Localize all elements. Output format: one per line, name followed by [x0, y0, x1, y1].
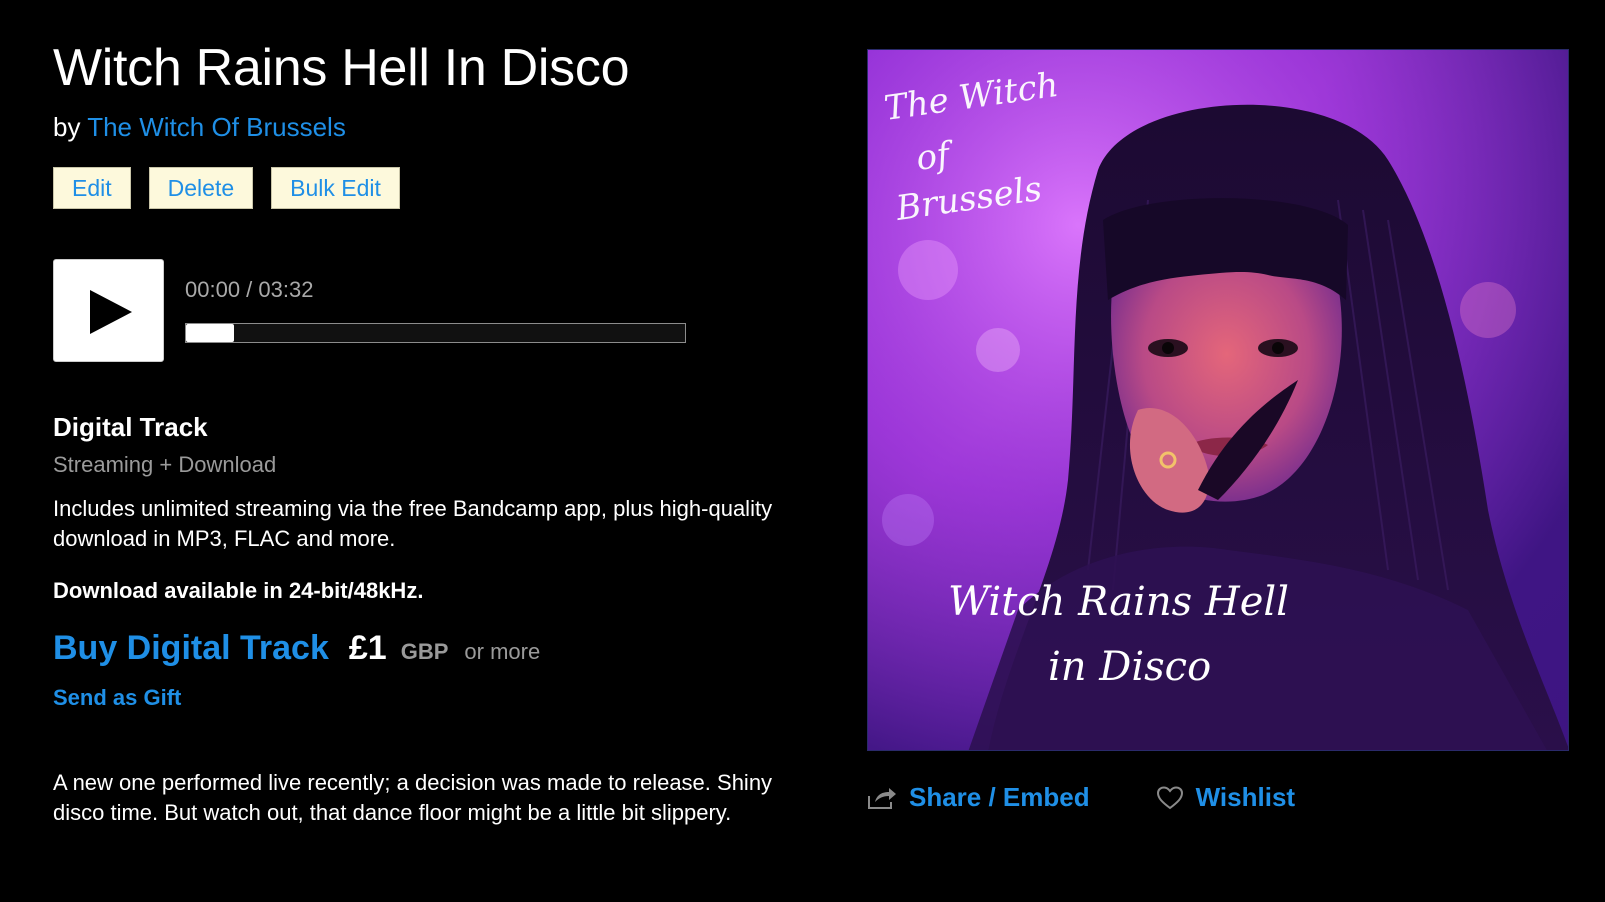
- album-artwork: The Witch of Brussels Witch Rains Hell i…: [867, 49, 1569, 751]
- digital-track-title: Digital Track: [53, 412, 208, 442]
- share-embed-link[interactable]: Share / Embed: [867, 782, 1090, 813]
- svg-text:in Disco: in Disco: [1048, 644, 1211, 690]
- wishlist-label: Wishlist: [1195, 782, 1296, 812]
- playback-time: 00:00 / 03:32: [185, 277, 314, 302]
- progress-bar[interactable]: [185, 323, 686, 343]
- buy-digital-track-link[interactable]: Buy Digital Track: [53, 629, 329, 668]
- or-more-label: or more: [464, 639, 541, 664]
- byline: by The Witch Of Brussels: [53, 112, 346, 143]
- heart-icon: [1156, 785, 1184, 810]
- digital-track-description: Includes unlimited streaming via the fre…: [53, 496, 773, 551]
- track-title: Witch Rains Hell In Disco: [53, 39, 630, 97]
- track-about: A new one performed live recently; a dec…: [53, 770, 773, 825]
- download-quality-note: Download available in 24-bit/48kHz.: [53, 578, 424, 603]
- delete-button[interactable]: Delete: [148, 167, 254, 209]
- bulk-edit-button[interactable]: Bulk Edit: [271, 167, 400, 209]
- share-actions: Share / Embed Wishlist: [867, 782, 1295, 813]
- admin-button-row: Edit Delete Bulk Edit: [53, 167, 400, 209]
- play-icon: [90, 290, 132, 334]
- share-icon: [867, 786, 897, 810]
- artwork-illustration: The Witch of Brussels Witch Rains Hell i…: [868, 50, 1568, 750]
- progress-thumb[interactable]: [186, 324, 234, 342]
- currency: GBP: [400, 639, 449, 664]
- wishlist-link[interactable]: Wishlist: [1156, 782, 1295, 813]
- artist-link[interactable]: The Witch Of Brussels: [87, 112, 346, 142]
- by-prefix: by: [53, 112, 88, 142]
- digital-track-subtitle: Streaming + Download: [53, 452, 277, 477]
- svg-text:Witch Rains Hell: Witch Rains Hell: [948, 579, 1289, 625]
- send-as-gift-link[interactable]: Send as Gift: [53, 685, 181, 711]
- price: £1: [348, 629, 387, 667]
- play-button[interactable]: [53, 259, 164, 362]
- buy-row: Buy Digital Track £1 GBP or more: [53, 629, 540, 668]
- share-embed-label: Share / Embed: [909, 782, 1090, 812]
- edit-button[interactable]: Edit: [53, 167, 131, 209]
